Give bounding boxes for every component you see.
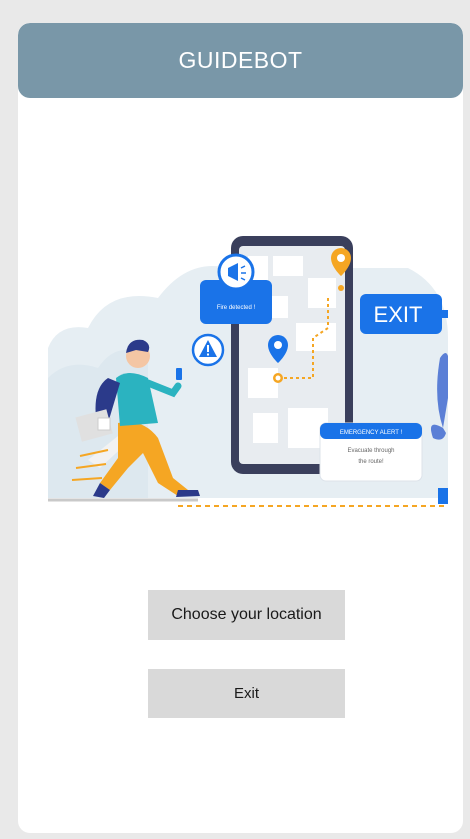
choose-location-button[interactable]: Choose your location bbox=[148, 590, 345, 640]
exit-button[interactable]: Exit bbox=[148, 669, 345, 718]
alert-line-1: Evacuate through bbox=[347, 448, 394, 454]
alert-title: EMERGENCY ALERT ! bbox=[340, 430, 403, 436]
app-screen: GUIDEBOT Fire detected ! EXIT EMERGENCY … bbox=[18, 23, 463, 833]
alert-line-2: the route! bbox=[358, 459, 384, 465]
exit-sign-text: EXIT bbox=[374, 302, 423, 327]
exit-sign: EXIT bbox=[360, 294, 448, 334]
app-header: GUIDEBOT bbox=[18, 23, 463, 98]
emergency-alert-card: EMERGENCY ALERT ! Evacuate through the r… bbox=[319, 422, 423, 482]
evacuation-illustration: Fire detected ! EXIT EMERGENCY ALERT ! E… bbox=[48, 236, 448, 507]
fire-alert-text: Fire detected ! bbox=[217, 305, 256, 311]
app-title: GUIDEBOT bbox=[178, 47, 303, 73]
